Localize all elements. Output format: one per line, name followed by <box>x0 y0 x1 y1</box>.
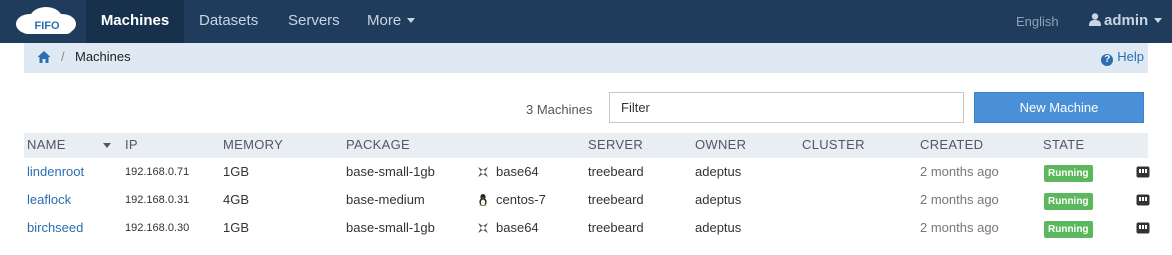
nav-servers-label: Servers <box>288 12 340 29</box>
machine-count: 3 Machines <box>526 102 593 117</box>
column-header-name[interactable]: NAME <box>27 137 66 152</box>
machine-server: treebeard <box>588 220 644 235</box>
status-badge: Running <box>1044 165 1093 182</box>
help-label: Help <box>1117 49 1144 64</box>
column-header-package[interactable]: PACKAGE <box>346 137 410 152</box>
user-name: admin <box>1104 12 1149 29</box>
column-header-server[interactable]: SERVER <box>588 137 643 152</box>
status-badge: Running <box>1044 193 1093 210</box>
machine-dataset: base64 <box>496 220 539 235</box>
machine-ip: 192.168.0.71 <box>125 166 190 178</box>
machine-dataset: base64 <box>496 164 539 179</box>
machine-created: 2 months ago <box>920 220 999 235</box>
smartos-icon <box>478 167 488 177</box>
machine-created: 2 months ago <box>920 192 999 207</box>
machine-name-link[interactable]: lindenroot <box>27 164 84 179</box>
machine-server: treebeard <box>588 164 644 179</box>
logo-text: FIFO <box>34 20 59 32</box>
breadcrumb-current: Machines <box>75 49 131 64</box>
home-icon[interactable] <box>37 50 51 64</box>
question-circle-icon: ? <box>1101 54 1114 66</box>
machine-created: 2 months ago <box>920 164 999 179</box>
machine-name-link[interactable]: birchseed <box>27 220 83 235</box>
user-icon <box>1089 13 1101 26</box>
machine-ip: 192.168.0.30 <box>125 222 190 234</box>
nav-machines[interactable]: Machines <box>86 0 184 43</box>
smartos-icon <box>478 223 488 233</box>
filter-input[interactable] <box>609 92 964 123</box>
machine-owner: adeptus <box>695 164 742 179</box>
breadcrumb-separator: / <box>61 49 65 64</box>
table-header: NAME IP MEMORY PACKAGE SERVER OWNER CLUS… <box>24 133 1148 158</box>
machine-owner: adeptus <box>695 220 742 235</box>
machine-dataset: centos-7 <box>496 192 546 207</box>
nav-datasets[interactable]: Datasets <box>199 0 258 43</box>
nav-machines-label: Machines <box>100 12 170 29</box>
column-header-state[interactable]: STATE <box>1043 137 1084 152</box>
table-row[interactable]: lindenroot 192.168.0.71 1GB base-small-1… <box>24 158 1150 186</box>
machine-memory: 4GB <box>223 192 250 207</box>
sort-desc-icon[interactable] <box>103 143 111 148</box>
language-selector[interactable]: English <box>1016 0 1059 43</box>
machine-package: base-medium <box>346 192 425 207</box>
nav-datasets-label: Datasets <box>199 12 259 29</box>
nav-more-dropdown[interactable]: More <box>367 0 416 43</box>
console-icon[interactable] <box>1136 222 1150 234</box>
machine-package: base-small-1gb <box>346 164 435 179</box>
table-row[interactable]: birchseed 192.168.0.30 1GB base-small-1g… <box>24 214 1150 242</box>
status-badge: Running <box>1044 221 1093 238</box>
machine-memory: 1GB <box>223 220 250 235</box>
nav-more-label: More <box>367 12 402 29</box>
chevron-down-icon <box>1154 18 1163 23</box>
column-header-cluster[interactable]: CLUSTER <box>802 137 865 152</box>
machine-owner: adeptus <box>695 192 742 207</box>
console-icon[interactable] <box>1136 194 1150 206</box>
machine-server: treebeard <box>588 192 644 207</box>
machine-package: base-small-1gb <box>346 220 435 235</box>
linux-icon <box>478 194 488 207</box>
column-header-ip[interactable]: IP <box>125 137 138 152</box>
machine-name-link[interactable]: leaflock <box>27 192 71 207</box>
machine-memory: 1GB <box>223 164 250 179</box>
help-link[interactable]: ? Help <box>1101 49 1144 66</box>
column-header-memory[interactable]: MEMORY <box>223 137 283 152</box>
breadcrumb: / Machines ? Help <box>24 43 1148 73</box>
top-navbar: FIFO Machines Datasets Servers More Engl… <box>0 0 1172 43</box>
chevron-down-icon <box>407 18 416 23</box>
user-menu[interactable]: admin <box>1089 0 1163 43</box>
console-icon[interactable] <box>1136 166 1150 178</box>
column-header-created[interactable]: CREATED <box>920 137 983 152</box>
new-machine-button[interactable]: New Machine <box>974 92 1144 123</box>
nav-servers[interactable]: Servers <box>288 0 340 43</box>
fifo-logo[interactable]: FIFO <box>10 6 80 36</box>
machine-ip: 192.168.0.31 <box>125 194 190 206</box>
column-header-owner[interactable]: OWNER <box>695 137 746 152</box>
table-row[interactable]: leaflock 192.168.0.31 4GB base-medium ce… <box>24 186 1150 214</box>
